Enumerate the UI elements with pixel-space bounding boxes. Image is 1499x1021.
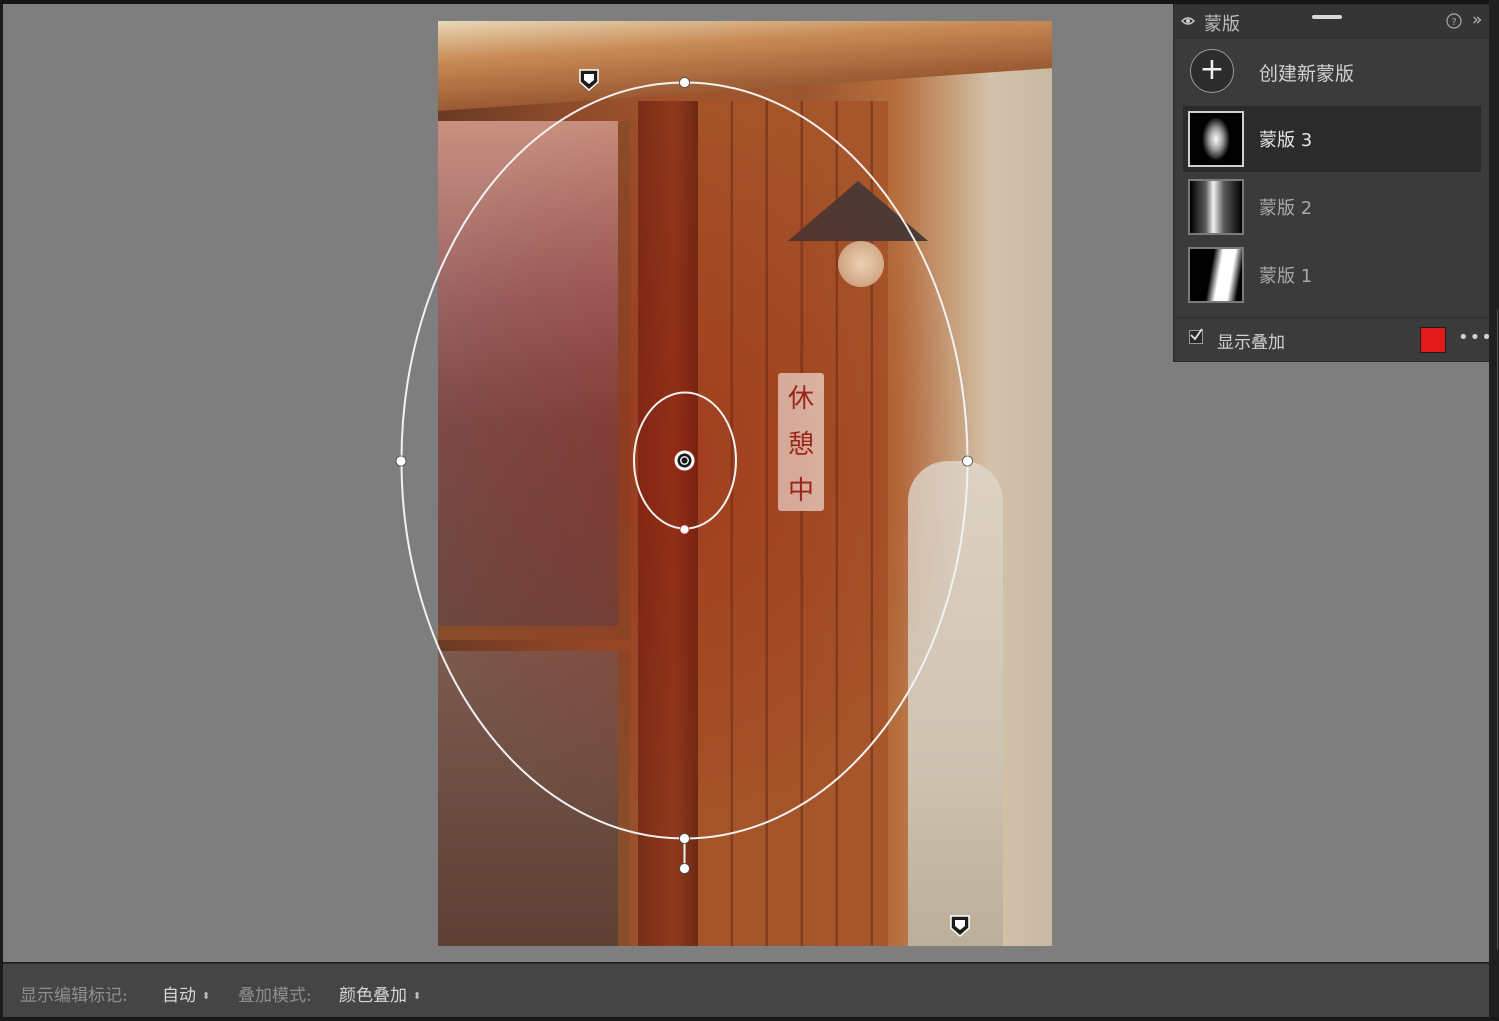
eye-icon[interactable] bbox=[1181, 14, 1195, 28]
right-handle[interactable] bbox=[962, 455, 973, 467]
top-handle[interactable] bbox=[679, 77, 690, 88]
show-edit-markers-label: 显示编辑标记: bbox=[20, 986, 128, 1006]
center-pin[interactable] bbox=[674, 450, 695, 471]
mask-label: 蒙版 3 bbox=[1259, 130, 1313, 151]
mask-item-3[interactable]: 蒙版 3 bbox=[1183, 106, 1481, 172]
help-icon[interactable]: ? bbox=[1446, 13, 1462, 29]
right-scrollbar-edge bbox=[1489, 0, 1499, 1021]
mask-label: 蒙版 2 bbox=[1259, 198, 1313, 219]
create-new-mask-button[interactable]: + 创建新蒙版 bbox=[1190, 49, 1470, 99]
panel-title: 蒙版 bbox=[1204, 14, 1240, 35]
show-edit-markers-select[interactable]: 自动 ⬍ bbox=[162, 981, 210, 1006]
mask-thumbnail bbox=[1188, 111, 1244, 167]
mask-thumbnail bbox=[1188, 179, 1244, 235]
overlay-color-swatch[interactable] bbox=[1420, 327, 1446, 353]
masks-panel-header[interactable]: 蒙版 ? » bbox=[1174, 5, 1490, 38]
overlay-mode-select[interactable]: 颜色叠加 ⬍ bbox=[339, 981, 421, 1006]
mask-item-1[interactable]: 蒙版 1 bbox=[1183, 242, 1481, 308]
drag-handle-icon[interactable] bbox=[1312, 15, 1342, 19]
window-bottom-edge bbox=[0, 1017, 1499, 1021]
checkmark-icon bbox=[1190, 328, 1203, 341]
expand-icon[interactable]: » bbox=[1472, 10, 1482, 30]
overlay-mode-label: 叠加模式: bbox=[238, 986, 312, 1006]
add-icon[interactable]: + bbox=[1190, 49, 1234, 93]
show-edit-markers-value: 自动 bbox=[162, 986, 196, 1006]
show-overlay-checkbox[interactable] bbox=[1189, 328, 1203, 344]
more-options-icon[interactable]: ••• bbox=[1458, 327, 1493, 348]
svg-text:?: ? bbox=[1451, 17, 1456, 28]
mask-item-2[interactable]: 蒙版 2 bbox=[1183, 174, 1481, 240]
show-overlay-row: 显示叠加 ••• bbox=[1174, 317, 1493, 362]
inner-handle[interactable] bbox=[679, 524, 690, 535]
bottom-toolbar: 显示编辑标记: 自动 ⬍ 叠加模式: 颜色叠加 ⬍ bbox=[3, 963, 1489, 1018]
mask-thumbnail bbox=[1188, 247, 1244, 303]
show-overlay-label: 显示叠加 bbox=[1217, 333, 1285, 353]
bottom-handle[interactable] bbox=[679, 833, 690, 844]
mask-pin-icon[interactable] bbox=[950, 915, 970, 938]
dropdown-arrow-icon: ⬍ bbox=[413, 991, 422, 1002]
mask-pin-icon[interactable] bbox=[579, 69, 599, 92]
left-handle[interactable] bbox=[395, 455, 407, 467]
overlay-mode-value: 颜色叠加 bbox=[339, 986, 407, 1006]
create-mask-label: 创建新蒙版 bbox=[1259, 63, 1355, 85]
masks-panel: 蒙版 ? » + 创建新蒙版 蒙版 3 蒙版 2 蒙版 1 显示叠加 ••• bbox=[1173, 4, 1493, 362]
dropdown-arrow-icon: ⬍ bbox=[202, 991, 211, 1002]
rotate-handle[interactable] bbox=[679, 863, 690, 874]
mask-label: 蒙版 1 bbox=[1259, 266, 1313, 287]
